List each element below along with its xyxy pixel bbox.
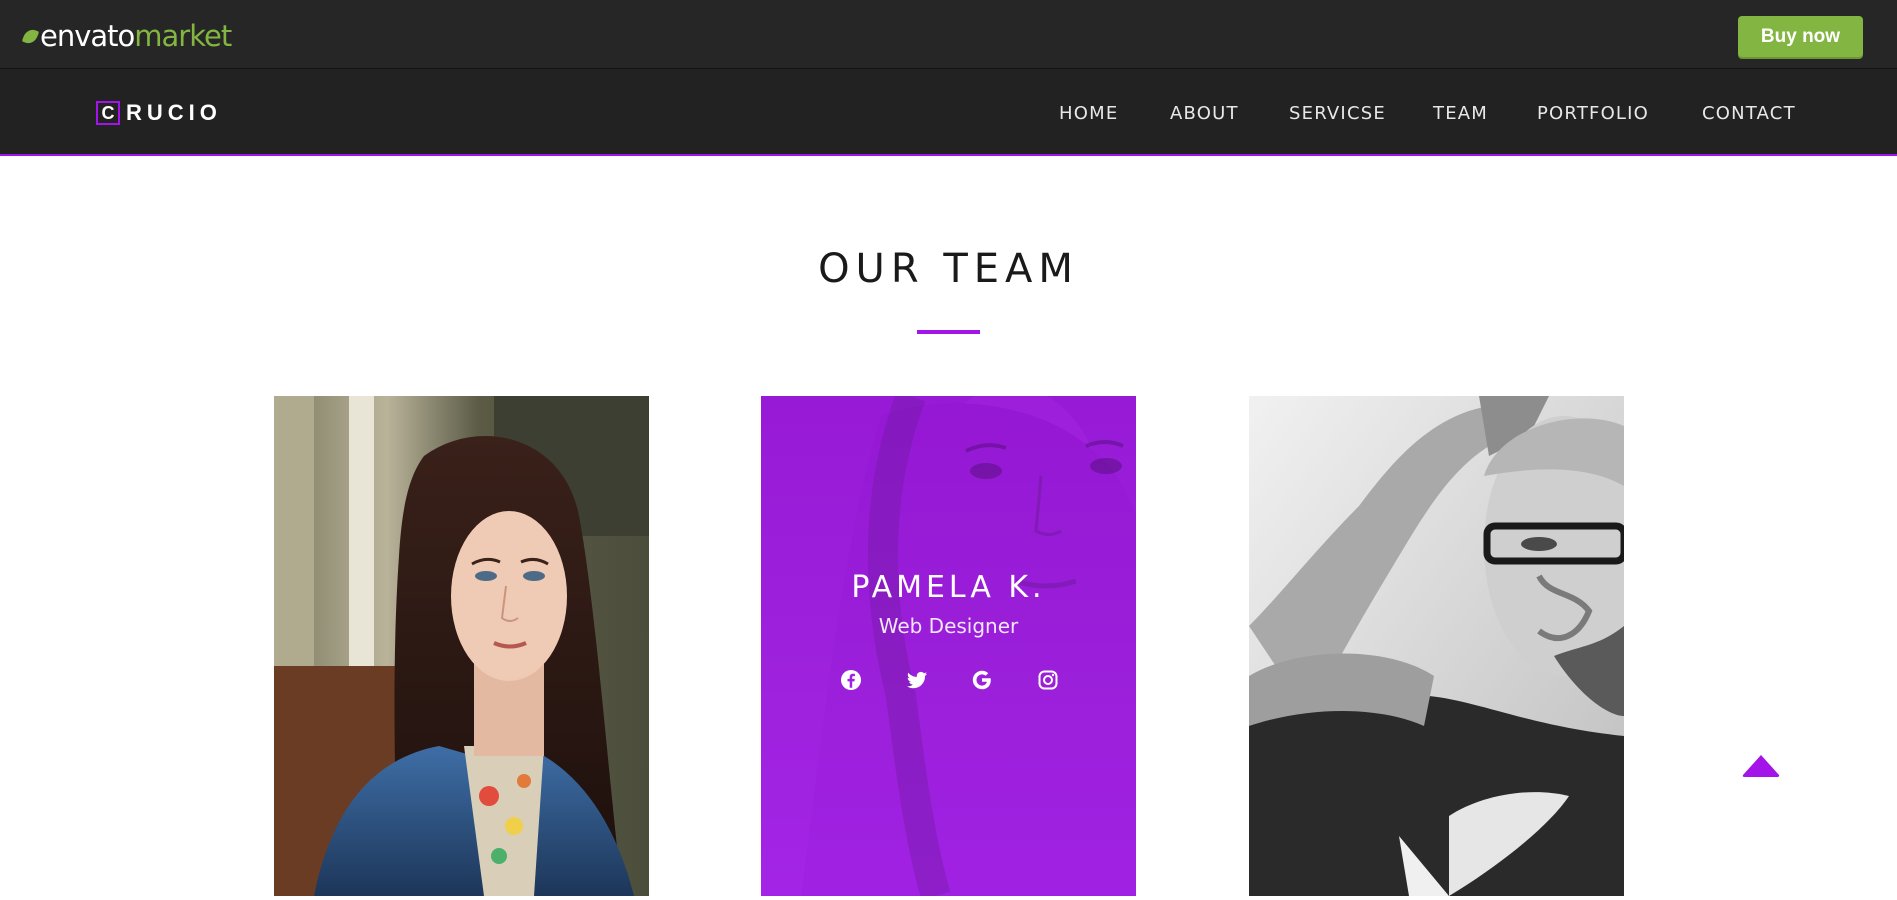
- site-header: C RUCIO HOME ABOUT SERVICSE TEAM PORTFOL…: [0, 69, 1897, 156]
- section-title: OUR TEAM: [818, 246, 1079, 292]
- market-logo-text: market: [134, 19, 232, 53]
- envato-top-bar: envato market Buy now: [0, 0, 1897, 69]
- team-card-3[interactable]: [1249, 396, 1624, 896]
- instagram-icon[interactable]: [1036, 668, 1060, 692]
- nav-item-about[interactable]: ABOUT: [1170, 103, 1239, 124]
- arrow-up-icon[interactable]: [1740, 752, 1782, 780]
- nav-item-contact[interactable]: CONTACT: [1702, 103, 1796, 124]
- facebook-icon[interactable]: [839, 668, 863, 692]
- envato-market-logo[interactable]: envato market: [21, 19, 232, 53]
- member-name: PAMELA K.: [851, 570, 1046, 605]
- main-nav: HOME ABOUT SERVICSE TEAM PORTFOLIO CONTA…: [0, 69, 1897, 156]
- google-icon[interactable]: [970, 668, 994, 692]
- nav-item-portfolio[interactable]: PORTFOLIO: [1537, 103, 1649, 124]
- nav-item-services[interactable]: SERVICSE: [1289, 103, 1386, 124]
- envato-logo-text: envato: [40, 19, 135, 53]
- woman-denim-jacket-photo: [274, 396, 649, 896]
- man-glasses-bw-photo: [1249, 396, 1624, 896]
- title-underline: [917, 330, 980, 334]
- nav-item-team[interactable]: TEAM: [1433, 103, 1488, 124]
- envato-leaf-icon: [21, 26, 40, 46]
- face-shading: [867, 396, 1124, 896]
- member-role: Web Designer: [878, 614, 1019, 638]
- team-card-2[interactable]: PAMELA K. Web Designer: [761, 396, 1136, 896]
- nav-item-home[interactable]: HOME: [1059, 103, 1118, 124]
- team-card-1[interactable]: [274, 396, 649, 896]
- twitter-icon[interactable]: [905, 668, 929, 692]
- buy-now-button[interactable]: Buy now: [1738, 16, 1863, 57]
